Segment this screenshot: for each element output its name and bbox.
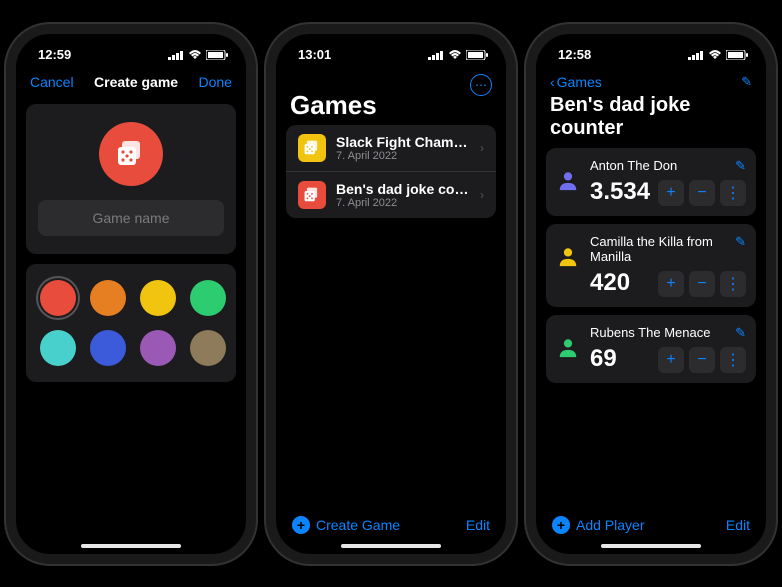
toolbar: + Create Game Edit (276, 506, 506, 544)
dice-icon (298, 181, 326, 209)
player-card: Rubens The Menace ✎ 69 +−⋮ (546, 315, 756, 383)
dice-icon (298, 134, 326, 162)
notch (341, 34, 441, 56)
add-player-label: Add Player (576, 517, 644, 533)
toolbar: + Add Player Edit (536, 506, 766, 544)
wifi-icon (188, 50, 202, 60)
edit-game-button[interactable]: ✎ (741, 74, 752, 90)
increment-button[interactable]: + (658, 271, 684, 297)
home-indicator[interactable] (341, 544, 441, 548)
player-card: Anton The Don ✎ 3.534 +−⋮ (546, 148, 756, 216)
chevron-right-icon: › (480, 188, 484, 202)
phone-game-detail: 12:58 ‹ Games ✎ Ben's dad joke counter A… (526, 24, 776, 564)
battery-icon (206, 50, 228, 60)
player-score: 69 (590, 345, 617, 373)
plus-icon: + (292, 516, 310, 534)
phone-create-game: 12:59 Cancel Create game Done (6, 24, 256, 564)
navbar: ‹ Games ✎ (536, 70, 766, 94)
clock: 12:59 (38, 47, 71, 62)
player-score: 420 (590, 269, 630, 297)
clock: 12:58 (558, 47, 591, 62)
more-button[interactable]: ⋮ (720, 347, 746, 373)
color-swatch[interactable] (140, 330, 176, 366)
create-game-button[interactable]: + Create Game (292, 516, 400, 534)
player-card: Camilla the Killa from Manilla✎ 420 +−⋮ (546, 224, 756, 307)
notch (81, 34, 181, 56)
game-name: Slack Fight Champi… (336, 134, 470, 150)
edit-player-button[interactable]: ✎ (735, 234, 746, 250)
color-swatch[interactable] (140, 280, 176, 316)
color-grid (26, 264, 236, 382)
battery-icon (726, 50, 748, 60)
color-picker-card (26, 264, 236, 382)
more-button[interactable]: ⋮ (720, 271, 746, 297)
ellipsis-icon: ⋯ (475, 78, 487, 92)
player-score: 3.534 (590, 178, 650, 206)
game-icon-card (26, 104, 236, 254)
done-button[interactable]: Done (199, 74, 232, 90)
phone-games-list: 13:01 ⋯ Games Slack Fight Champi…7. Apri… (266, 24, 516, 564)
decrement-button[interactable]: − (689, 271, 715, 297)
player-name: Camilla the Killa from Manilla (590, 234, 735, 265)
color-swatch[interactable] (40, 280, 76, 316)
clock: 13:01 (298, 47, 331, 62)
color-swatch[interactable] (90, 330, 126, 366)
plus-icon: + (552, 516, 570, 534)
game-date: 7. April 2022 (336, 150, 470, 162)
home-indicator[interactable] (81, 544, 181, 548)
color-swatch[interactable] (190, 330, 226, 366)
create-game-label: Create Game (316, 517, 400, 533)
person-icon (557, 337, 579, 359)
increment-button[interactable]: + (658, 180, 684, 206)
decrement-button[interactable]: − (689, 180, 715, 206)
edit-player-button[interactable]: ✎ (735, 158, 746, 174)
navbar: Cancel Create game Done (16, 70, 246, 94)
game-row[interactable]: Slack Fight Champi…7. April 2022 › (286, 125, 496, 171)
wifi-icon (708, 50, 722, 60)
avatar (554, 325, 582, 373)
player-name: Anton The Don (590, 158, 677, 174)
add-player-button[interactable]: + Add Player (552, 516, 644, 534)
avatar (554, 234, 582, 297)
battery-icon (466, 50, 488, 60)
color-swatch[interactable] (90, 280, 126, 316)
game-icon-preview (99, 122, 163, 186)
cancel-button[interactable]: Cancel (30, 74, 74, 90)
notch (601, 34, 701, 56)
chevron-left-icon: ‹ (550, 74, 555, 90)
games-list: Slack Fight Champi…7. April 2022›Ben's d… (286, 125, 496, 218)
edit-player-button[interactable]: ✎ (735, 325, 746, 341)
more-button[interactable]: ⋮ (720, 180, 746, 206)
more-button[interactable]: ⋯ (470, 74, 492, 96)
avatar (554, 158, 582, 206)
back-label: Games (557, 74, 602, 90)
chevron-right-icon: › (480, 141, 484, 155)
game-row[interactable]: Ben's dad joke cou…7. April 2022 › (286, 171, 496, 218)
page-title: Create game (94, 74, 178, 90)
wifi-icon (448, 50, 462, 60)
person-icon (557, 246, 579, 268)
edit-button[interactable]: Edit (726, 517, 750, 533)
game-name: Ben's dad joke cou… (336, 181, 470, 197)
back-button[interactable]: ‹ Games (550, 74, 602, 90)
home-indicator[interactable] (601, 544, 701, 548)
game-name-input[interactable] (38, 200, 224, 236)
increment-button[interactable]: + (658, 347, 684, 373)
game-date: 7. April 2022 (336, 197, 470, 209)
decrement-button[interactable]: − (689, 347, 715, 373)
person-icon (557, 170, 579, 192)
color-swatch[interactable] (190, 280, 226, 316)
edit-button[interactable]: Edit (466, 517, 490, 533)
color-swatch[interactable] (40, 330, 76, 366)
player-name: Rubens The Menace (590, 325, 710, 341)
page-title: Ben's dad joke counter (536, 94, 766, 144)
dice-icon (117, 140, 145, 168)
